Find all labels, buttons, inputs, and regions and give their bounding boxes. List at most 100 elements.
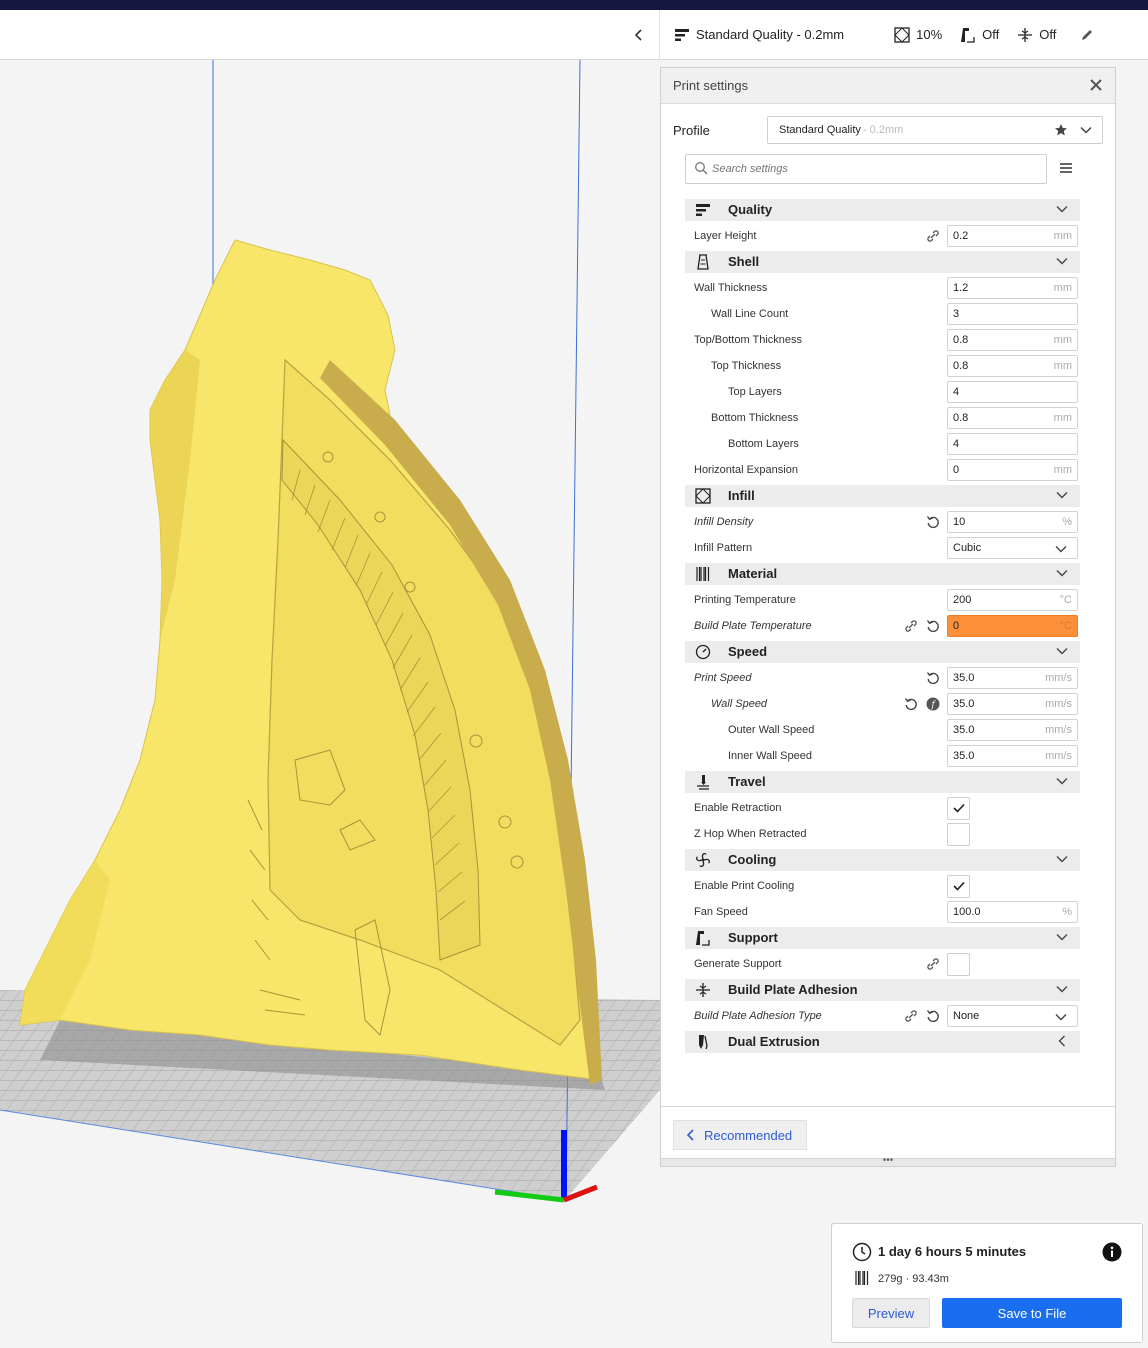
wall-thickness-input[interactable]: 1.2 mm	[947, 277, 1078, 299]
infill-icon	[894, 26, 910, 43]
field-unit: %	[1062, 906, 1072, 918]
category-quality[interactable]: Quality	[685, 199, 1080, 221]
collapse-chevron-icon[interactable]	[631, 26, 647, 44]
print-setup-header[interactable]: Standard Quality - 0.2mm 10% Off Off	[659, 10, 1148, 60]
checkmark-icon	[952, 802, 965, 816]
link-icon[interactable]	[904, 1009, 918, 1023]
stage-bar	[0, 10, 659, 60]
field-value: 0	[953, 464, 960, 476]
setting-printing-temperature: Printing Temperature 200 °C	[685, 587, 1080, 613]
chevron-left-icon	[1056, 1035, 1068, 1047]
field-unit: mm	[1053, 282, 1072, 294]
bottom-layers-input[interactable]: 4	[947, 433, 1078, 455]
outer-wall-speed-input[interactable]: 35.0 mm/s	[947, 719, 1078, 741]
category-label: Support	[728, 930, 778, 945]
info-icon[interactable]	[1102, 1242, 1122, 1265]
chevron-down-icon	[1056, 853, 1068, 865]
category-label: Build Plate Adhesion	[728, 982, 858, 997]
edit-icon[interactable]	[1080, 28, 1094, 42]
layer-height-input[interactable]: 0.2 mm	[947, 225, 1078, 247]
search-input[interactable]	[712, 163, 1032, 175]
reset-icon[interactable]	[926, 619, 940, 633]
enable-print-cooling-checkbox[interactable]	[947, 875, 970, 898]
quality-icon	[695, 202, 711, 218]
link-icon[interactable]	[926, 229, 940, 243]
field-value: 35.0	[953, 750, 975, 762]
chevron-down-icon	[1056, 567, 1068, 579]
close-icon[interactable]	[1087, 77, 1105, 95]
header-infill[interactable]: 10%	[894, 26, 942, 43]
top-thickness-input[interactable]: 0.8 mm	[947, 355, 1078, 377]
build-plate-temperature-input[interactable]: 0 °C	[947, 615, 1078, 637]
panel-drag-handle[interactable]: •••	[661, 1156, 1115, 1166]
wall-speed-input[interactable]: 35.0 mm/s	[947, 693, 1078, 715]
reset-icon[interactable]	[926, 1009, 940, 1023]
inner-wall-speed-input[interactable]: 35.0 mm/s	[947, 745, 1078, 767]
reset-icon[interactable]	[926, 515, 940, 529]
infill-density-input[interactable]: 10%	[947, 511, 1078, 533]
category-cooling[interactable]: Cooling	[685, 849, 1080, 871]
link-icon[interactable]	[904, 619, 918, 633]
horizontal-expansion-input[interactable]: 0 mm	[947, 459, 1078, 481]
setting-fan-speed: Fan Speed 100.0%	[685, 899, 1080, 925]
save-to-file-button[interactable]: Save to File	[942, 1298, 1122, 1328]
enable-retraction-checkbox[interactable]	[947, 797, 970, 820]
support-icon	[960, 27, 976, 43]
category-speed[interactable]: Speed	[685, 641, 1080, 663]
3d-viewport[interactable]	[0, 60, 660, 1348]
chevron-down-icon	[1055, 543, 1067, 555]
function-icon[interactable]: f	[926, 697, 940, 711]
field-unit: %	[1062, 516, 1072, 528]
support-icon	[695, 930, 711, 946]
adhesion-type-select[interactable]: None	[947, 1005, 1078, 1027]
header-profile[interactable]: Standard Quality - 0.2mm	[674, 27, 844, 43]
setting-outer-wall-speed: Outer Wall Speed 35.0 mm/s	[685, 717, 1080, 743]
category-build-plate-adhesion[interactable]: Build Plate Adhesion	[685, 979, 1080, 1001]
reset-icon[interactable]	[904, 697, 918, 711]
link-icon[interactable]	[926, 957, 940, 971]
setting-label: Infill Density	[694, 516, 754, 528]
field-unit: mm	[1053, 464, 1072, 476]
top-layers-input[interactable]: 4	[947, 381, 1078, 403]
star-icon[interactable]	[1054, 123, 1068, 140]
header-adhesion-value: Off	[1039, 27, 1057, 42]
chevron-down-icon	[1056, 775, 1068, 787]
profile-select[interactable]: Standard Quality - 0.2mm	[767, 116, 1103, 144]
reset-icon[interactable]	[926, 671, 940, 685]
setting-label: Bottom Thickness	[711, 412, 799, 424]
settings-menu-icon[interactable]	[1059, 162, 1073, 174]
generate-support-checkbox[interactable]	[947, 953, 970, 976]
header-support[interactable]: Off	[960, 27, 999, 43]
category-travel[interactable]: Travel	[685, 771, 1080, 793]
recommended-button[interactable]: Recommended	[673, 1120, 807, 1150]
wall-line-count-input[interactable]: 3	[947, 303, 1078, 325]
category-dual-extrusion[interactable]: Dual Extrusion	[685, 1031, 1080, 1053]
category-label: Material	[728, 566, 778, 581]
preview-button[interactable]: Preview	[852, 1298, 930, 1328]
bottom-thickness-input[interactable]: 0.8 mm	[947, 407, 1078, 429]
print-speed-input[interactable]: 35.0 mm/s	[947, 667, 1078, 689]
setting-top-thickness: Top Thickness 0.8 mm	[685, 353, 1080, 379]
category-label: Shell	[728, 254, 760, 269]
category-support[interactable]: Support	[685, 927, 1080, 949]
field-value: 0.8	[953, 360, 969, 372]
setting-label: Top/Bottom Thickness	[694, 334, 803, 346]
infill-pattern-select[interactable]: Cubic	[947, 537, 1078, 559]
z-hop-checkbox[interactable]	[947, 823, 970, 846]
search-settings[interactable]	[685, 154, 1047, 184]
header-adhesion[interactable]: Off	[1017, 27, 1056, 43]
printing-temperature-input[interactable]: 200 °C	[947, 589, 1078, 611]
field-value: 4	[953, 386, 960, 398]
category-shell[interactable]: Shell	[685, 251, 1080, 273]
print-time: 1 day 6 hours 5 minutes	[878, 1244, 1027, 1259]
field-unit: mm/s	[1045, 672, 1072, 684]
category-infill[interactable]: Infill	[685, 485, 1080, 507]
category-material[interactable]: Material	[685, 563, 1080, 585]
top-bottom-thickness-input[interactable]: 0.8 mm	[947, 329, 1078, 351]
setting-horizontal-expansion: Horizontal Expansion 0 mm	[685, 457, 1080, 483]
recommended-label: Recommended	[704, 1127, 793, 1143]
field-unit: °C	[1059, 594, 1072, 606]
setting-generate-support: Generate Support	[685, 951, 1080, 977]
setting-infill-density: Infill Density 10%	[685, 509, 1080, 535]
fan-speed-input[interactable]: 100.0%	[947, 901, 1078, 923]
